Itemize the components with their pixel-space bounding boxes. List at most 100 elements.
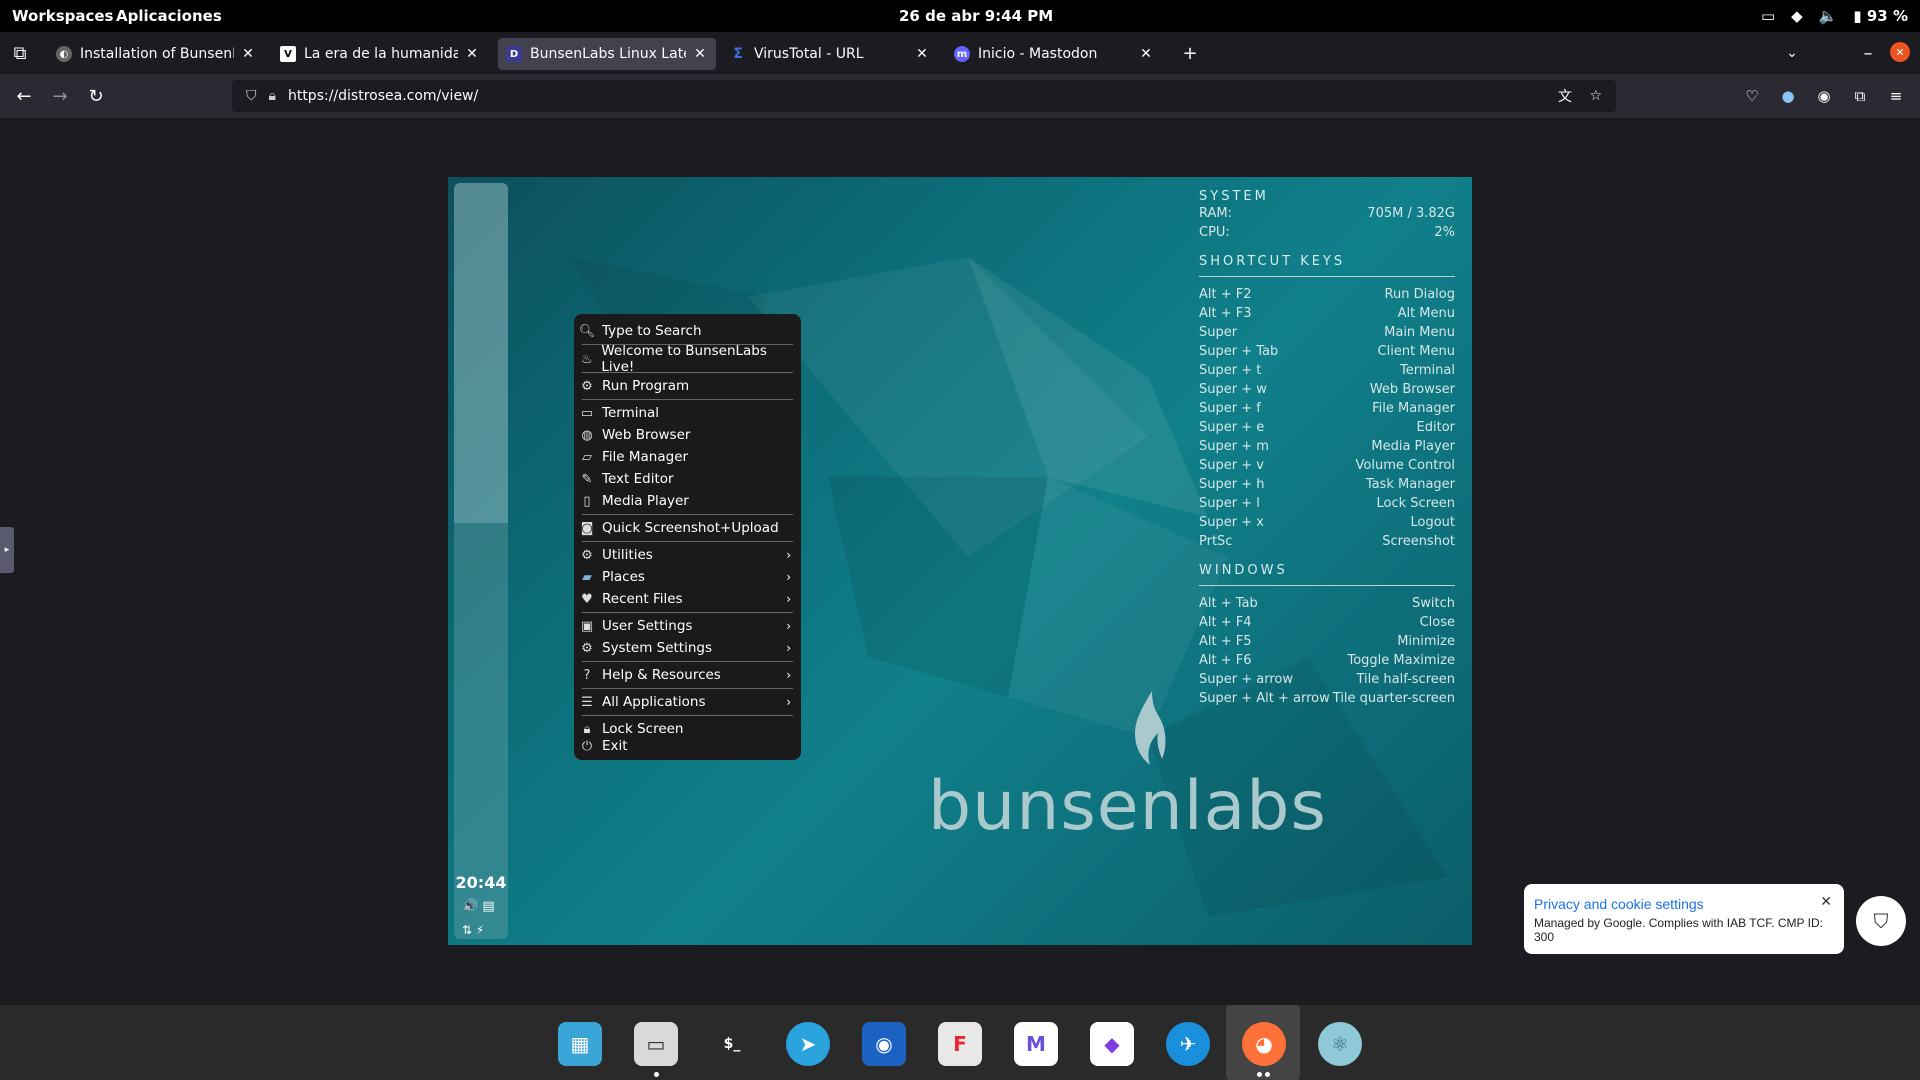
menu-item-utilities[interactable]: ⚙ Utilities › [578,544,797,566]
conky-key: Super + w [1199,382,1267,397]
tab-la-era[interactable]: V La era de la humanidad | M ✕ [272,38,488,70]
conky-value: Terminal [1400,363,1455,378]
menu-item-run-program[interactable]: ⚙ Run Program [578,375,797,397]
conky-key: PrtSc [1199,534,1233,549]
recent-icon: ♥ [581,591,593,607]
menu-item-system-settings[interactable]: ⚙ System Settings › [578,637,797,659]
dock-mail-icon[interactable]: M [1014,1022,1058,1066]
back-icon[interactable]: ← [12,84,36,108]
windows-rows: Alt + Tab Switch Alt + F4 Close Alt + F5 Mini… [1199,594,1455,708]
url-bar[interactable]: ⛉ 🔒︎ 文 ☆ [232,80,1616,112]
extensions-icon[interactable]: ⧉ [1848,84,1872,108]
menu-search[interactable]: 🔍︎ Type to Search [578,320,797,342]
power-icon[interactable]: ⚡ [476,923,484,937]
dock-firefox-icon[interactable]: ◕ [1242,1022,1286,1066]
remote-desktop[interactable]: 20:44 🔊 ▤ ⇅ ⚡ SYSTEM RAM: 705M / 3.82G CPU… [448,177,1472,945]
menu-label: Places [602,569,645,585]
dock-app-11-icon[interactable]: ⚛ [1318,1022,1362,1066]
volume-icon[interactable]: 🔊 [462,899,478,914]
menu-label: System Settings [602,640,713,656]
applications-button[interactable]: Aplicaciones [116,7,222,25]
panel-clock[interactable]: 20:44 [454,873,508,892]
screen-icon[interactable]: ▭ [1761,7,1775,25]
menu-item-user-settings[interactable]: ▣ User Settings › [578,615,797,637]
tab-mastodon[interactable]: m Inicio - Mastodon ✕ [946,38,1162,70]
dock-app-5-icon[interactable]: ◉ [862,1022,906,1066]
extension-globe-icon[interactable]: ● [1776,84,1800,108]
bookmark-star-icon[interactable]: ☆ [1589,88,1602,104]
close-tab-icon[interactable]: ✕ [692,46,708,62]
navigation-toolbar: ← → ↻ ⛉ 🔒︎ 文 ☆ ♡ ● ◉ ⧉ ≡ [0,74,1920,118]
close-tab-icon[interactable]: ✕ [464,46,480,62]
privacy-shield-button[interactable]: ⛉ [1856,896,1906,946]
conky-key: RAM: [1199,206,1232,221]
menu-item-screenshot[interactable]: ◙ Quick Screenshot+Upload [578,517,797,539]
tint2-panel[interactable]: 20:44 🔊 ▤ ⇅ ⚡ [454,183,508,939]
panel-tray[interactable]: 🔊 ▤ [462,899,495,914]
menu-item-all-applications[interactable]: ☰ All Applications › [578,691,797,713]
account-icon[interactable]: ◉ [1812,84,1836,108]
shield-icon[interactable]: ⛉ [246,88,257,104]
root-menu: 🔍︎ Type to Search ♨ Welcome to BunsenLabs … [574,314,801,760]
conky-row: Super + m Media Player [1199,437,1455,456]
url-input[interactable] [287,88,1488,104]
conky-value: Task Manager [1365,477,1455,492]
list-tabs-icon[interactable]: ⌄ [1780,41,1804,65]
pocket-icon[interactable]: ♡ [1740,84,1764,108]
dock-files-icon[interactable]: ▭ [634,1022,678,1066]
flame-icon: ♨ [580,351,593,367]
conky-row: Alt + F5 Minimize [1199,632,1455,651]
menu-item-terminal[interactable]: ▭ Terminal [578,402,797,424]
d-icon: D [506,46,522,62]
close-tab-icon[interactable]: ✕ [914,46,930,62]
volume-icon[interactable]: 🔈 [1819,7,1838,25]
dock-app-8-icon[interactable]: ◆ [1090,1022,1134,1066]
close-window-icon[interactable]: ✕ [1890,42,1910,62]
menu-item-welcome[interactable]: ♨ Welcome to BunsenLabs Live! [578,343,797,375]
privacy-title-link[interactable]: Privacy and cookie settings [1534,896,1834,912]
workspaces-button[interactable]: Workspaces [12,7,113,25]
dock-app-9-icon[interactable]: ✈ [1166,1022,1210,1066]
menu-item-recent-files[interactable]: ♥ Recent Files › [578,588,797,610]
menu-item-file-manager[interactable]: ▱ File Manager [578,446,797,468]
reload-icon[interactable]: ↻ [84,84,108,108]
menu-label: Media Player [602,493,689,509]
translate-icon[interactable]: 文 [1558,86,1572,106]
wifi-icon[interactable]: ◆ [1791,7,1803,25]
system-tray[interactable]: ▭ ◆ 🔈 ▮ 93 % [1761,7,1908,25]
hamburger-menu-icon[interactable]: ≡ [1884,84,1908,108]
windows-heading: WINDOWS [1199,563,1288,578]
panel-launcher-area[interactable] [454,183,508,523]
tab-bunsenlabs[interactable]: D BunsenLabs Linux Latest - D ✕ [498,38,716,70]
menu-item-web-browser[interactable]: ◍ Web Browser [578,424,797,446]
new-tab-icon[interactable]: + [1178,41,1202,65]
minimize-window-icon[interactable]: – [1856,41,1880,65]
close-tab-icon[interactable]: ✕ [1138,46,1154,62]
conky-value: Volume Control [1355,458,1455,473]
dock-app-6-icon[interactable]: F [938,1022,982,1066]
dock-terminal-icon[interactable]: $_ [710,1022,754,1066]
forward-icon[interactable]: → [48,84,72,108]
menu-item-media-player[interactable]: ▯ Media Player [578,490,797,512]
close-tab-icon[interactable]: ✕ [240,46,256,62]
tab-virustotal[interactable]: Σ VirusTotal - URL ✕ [722,38,938,70]
lock-icon[interactable]: 🔒︎ [269,88,276,104]
menu-item-places[interactable]: ▰ Places › [578,566,797,588]
clock[interactable]: 26 de abr 9:44 PM [899,7,1053,25]
menu-item-text-editor[interactable]: ✎ Text Editor [578,468,797,490]
side-panel-handle[interactable]: ▸ [0,527,14,573]
dock-app-1-icon[interactable]: ▦ [558,1022,602,1066]
tab-overview-icon[interactable]: ⧉ [8,41,32,65]
network-icon[interactable]: ⇅ [462,923,472,937]
battery-indicator[interactable]: ▮ 93 % [1853,7,1908,25]
mastodon-icon: m [954,46,970,62]
dock-telegram-icon[interactable]: ➤ [786,1022,830,1066]
menu-label: Terminal [602,405,660,421]
panel-tray-2[interactable]: ⇅ ⚡ [462,923,484,937]
menu-item-exit[interactable]: ⏻ Exit [578,735,797,757]
tab-installation[interactable]: ◐ Installation of BunsenLabs ✕ [48,38,264,70]
menu-item-help[interactable]: ? Help & Resources › [578,664,797,686]
close-icon[interactable]: ✕ [1820,894,1832,910]
clipboard-icon[interactable]: ▤ [482,899,494,914]
conky-row: Alt + F3 Alt Menu [1199,304,1455,323]
